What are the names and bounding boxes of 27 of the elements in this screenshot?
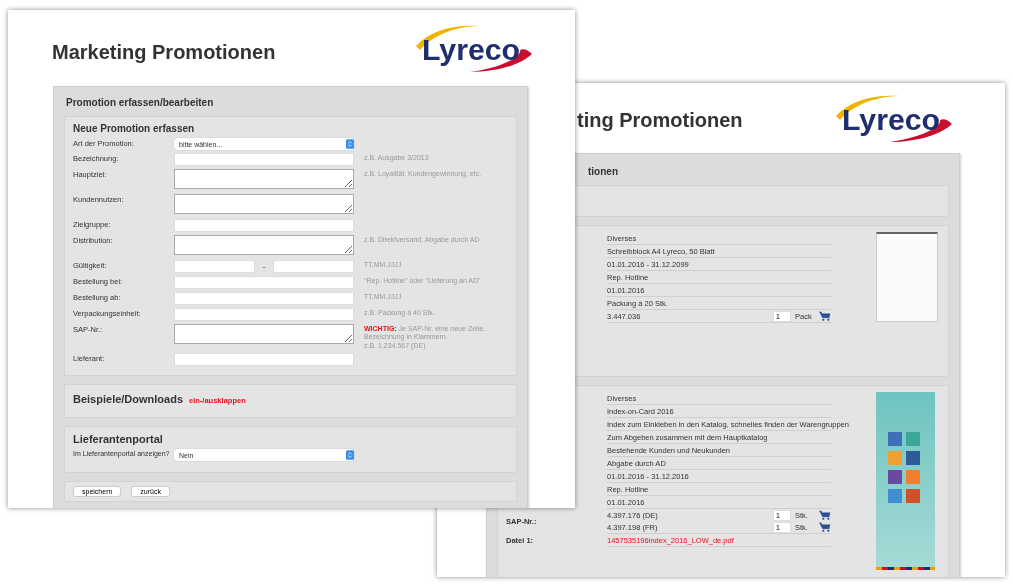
date-field[interactable]: [174, 260, 255, 273]
section-title: Beispiele/Downloads: [73, 393, 184, 405]
lyreco-logo: Lyreco: [410, 20, 535, 76]
stepper-icon: [346, 450, 354, 460]
text-field[interactable]: [174, 153, 354, 166]
cart-icon[interactable]: [819, 510, 831, 520]
cart-icon[interactable]: [819, 311, 831, 321]
panel-title: tionen: [587, 165, 619, 179]
panel-title: Promotion erfassen/bearbeiten: [65, 96, 215, 110]
section-title: Lieferantenportal: [73, 433, 164, 445]
text-area[interactable]: [174, 235, 354, 255]
text-field[interactable]: [174, 353, 354, 366]
text-area[interactable]: [174, 169, 354, 189]
range-separator: -: [261, 262, 267, 271]
text-field[interactable]: [174, 219, 354, 232]
cart-icon[interactable]: [819, 522, 831, 532]
page-title: Marketing Promotionen: [52, 40, 276, 64]
text-area[interactable]: [174, 194, 354, 214]
text-field[interactable]: [174, 292, 354, 305]
lyreco-logo: Lyreco: [830, 90, 955, 146]
text-field[interactable]: [174, 276, 354, 289]
stepper-icon: [346, 139, 354, 149]
text-field[interactable]: [174, 308, 354, 321]
section-title: Neue Promotion erfassen: [73, 123, 196, 134]
date-field[interactable]: [273, 260, 354, 273]
text-area[interactable]: [174, 324, 354, 344]
page-title: ting Promotionen: [577, 108, 743, 132]
